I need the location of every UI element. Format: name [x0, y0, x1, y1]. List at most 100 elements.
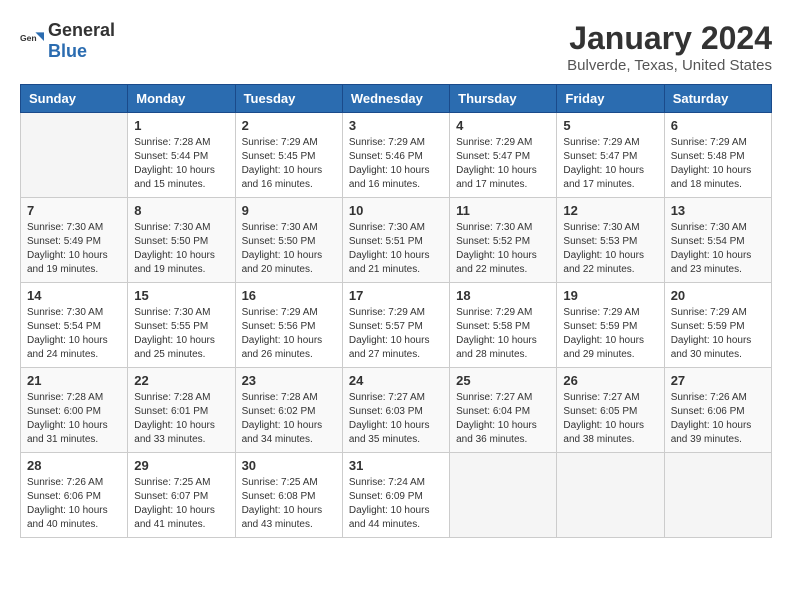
day-info: Sunrise: 7:29 AM Sunset: 5:56 PM Dayligh…: [242, 306, 336, 362]
page-header: Gen General Blue January 2024 Bulverde, …: [20, 20, 772, 74]
weekday-header-wednesday: Wednesday: [342, 85, 449, 113]
day-info: Sunrise: 7:30 AM Sunset: 5:50 PM Dayligh…: [242, 221, 336, 277]
day-number: 31: [349, 458, 443, 473]
day-info: Sunrise: 7:30 AM Sunset: 5:53 PM Dayligh…: [563, 221, 657, 277]
day-number: 13: [671, 203, 765, 218]
calendar-cell: [557, 453, 664, 538]
calendar-cell: 10Sunrise: 7:30 AM Sunset: 5:51 PM Dayli…: [342, 198, 449, 283]
weekday-header-friday: Friday: [557, 85, 664, 113]
calendar-week-row: 7 Sunrise: 7:30 AM Sunset: 5:49 PM Daylig…: [21, 198, 772, 283]
calendar-cell: 21 Sunrise: 7:28 AM Sunset: 6:00 PM Dayli…: [21, 368, 128, 453]
day-number: 18: [456, 288, 550, 303]
day-info: Sunrise: 7:30 AM Sunset: 5:50 PM Dayligh…: [134, 221, 228, 277]
calendar-week-row: 28Sunrise: 7:26 AM Sunset: 6:06 PM Dayli…: [21, 453, 772, 538]
calendar-cell: 13 Sunrise: 7:30 AM Sunset: 5:54 PM Dayli…: [664, 198, 771, 283]
day-info: Sunrise: 7:30 AM Sunset: 5:55 PM Dayligh…: [134, 306, 228, 362]
calendar-cell: 27 Sunrise: 7:26 AM Sunset: 6:06 PM Dayli…: [664, 368, 771, 453]
day-info: Sunrise: 7:29 AM Sunset: 5:59 PM Dayligh…: [563, 306, 657, 362]
day-number: 1: [134, 118, 228, 133]
calendar-cell: 2Sunrise: 7:29 AM Sunset: 5:45 PM Daylig…: [235, 113, 342, 198]
day-info: Sunrise: 7:30 AM Sunset: 5:54 PM Dayligh…: [671, 221, 765, 277]
day-info: Sunrise: 7:29 AM Sunset: 5:47 PM Dayligh…: [563, 136, 657, 192]
svg-text:Gen: Gen: [20, 33, 37, 43]
day-info: Sunrise: 7:29 AM Sunset: 5:47 PM Dayligh…: [456, 136, 550, 192]
day-number: 30: [242, 458, 336, 473]
day-info: Sunrise: 7:27 AM Sunset: 6:04 PM Dayligh…: [456, 391, 550, 447]
day-number: 5: [563, 118, 657, 133]
calendar-cell: 3 Sunrise: 7:29 AM Sunset: 5:46 PM Daylig…: [342, 113, 449, 198]
calendar-cell: 8 Sunrise: 7:30 AM Sunset: 5:50 PM Daylig…: [128, 198, 235, 283]
calendar-cell: 1 Sunrise: 7:28 AM Sunset: 5:44 PM Daylig…: [128, 113, 235, 198]
day-number: 7: [27, 203, 121, 218]
day-number: 19: [563, 288, 657, 303]
calendar-cell: 23 Sunrise: 7:28 AM Sunset: 6:02 PM Dayli…: [235, 368, 342, 453]
day-number: 12: [563, 203, 657, 218]
day-number: 26: [563, 373, 657, 388]
calendar-cell: 26 Sunrise: 7:27 AM Sunset: 6:05 PM Dayli…: [557, 368, 664, 453]
calendar-cell: 17 Sunrise: 7:29 AM Sunset: 5:57 PM Dayli…: [342, 283, 449, 368]
day-number: 6: [671, 118, 765, 133]
calendar-cell: 25 Sunrise: 7:27 AM Sunset: 6:04 PM Dayli…: [450, 368, 557, 453]
calendar-cell: 6 Sunrise: 7:29 AM Sunset: 5:48 PM Daylig…: [664, 113, 771, 198]
day-info: Sunrise: 7:28 AM Sunset: 6:02 PM Dayligh…: [242, 391, 336, 447]
day-info: Sunrise: 7:25 AM Sunset: 6:08 PM Dayligh…: [242, 476, 336, 532]
logo: Gen General Blue: [20, 20, 115, 62]
day-info: Sunrise: 7:29 AM Sunset: 5:58 PM Dayligh…: [456, 306, 550, 362]
day-info: Sunrise: 7:25 AM Sunset: 6:07 PM Dayligh…: [134, 476, 228, 532]
calendar-cell: 24Sunrise: 7:27 AM Sunset: 6:03 PM Dayli…: [342, 368, 449, 453]
day-number: 15: [134, 288, 228, 303]
calendar-cell: 14 Sunrise: 7:30 AM Sunset: 5:54 PM Dayli…: [21, 283, 128, 368]
day-info: Sunrise: 7:30 AM Sunset: 5:51 PM Dayligh…: [349, 221, 443, 277]
day-info: Sunrise: 7:28 AM Sunset: 6:00 PM Dayligh…: [27, 391, 121, 447]
calendar-week-row: 21 Sunrise: 7:28 AM Sunset: 6:00 PM Dayli…: [21, 368, 772, 453]
day-info: Sunrise: 7:29 AM Sunset: 5:48 PM Dayligh…: [671, 136, 765, 192]
calendar-cell: 9Sunrise: 7:30 AM Sunset: 5:50 PM Daylig…: [235, 198, 342, 283]
day-number: 8: [134, 203, 228, 218]
day-info: Sunrise: 7:28 AM Sunset: 6:01 PM Dayligh…: [134, 391, 228, 447]
calendar-cell: 12 Sunrise: 7:30 AM Sunset: 5:53 PM Dayli…: [557, 198, 664, 283]
calendar-cell: 20 Sunrise: 7:29 AM Sunset: 5:59 PM Dayli…: [664, 283, 771, 368]
calendar-cell: 7 Sunrise: 7:30 AM Sunset: 5:49 PM Daylig…: [21, 198, 128, 283]
weekday-header-sunday: Sunday: [21, 85, 128, 113]
calendar-week-row: 14 Sunrise: 7:30 AM Sunset: 5:54 PM Dayli…: [21, 283, 772, 368]
day-number: 29: [134, 458, 228, 473]
calendar-cell: 30 Sunrise: 7:25 AM Sunset: 6:08 PM Dayli…: [235, 453, 342, 538]
day-info: Sunrise: 7:27 AM Sunset: 6:05 PM Dayligh…: [563, 391, 657, 447]
day-info: Sunrise: 7:24 AM Sunset: 6:09 PM Dayligh…: [349, 476, 443, 532]
location-text: Bulverde, Texas, United States: [567, 57, 772, 74]
month-year-title: January 2024: [567, 20, 772, 57]
weekday-header-row: SundayMondayTuesdayWednesdayThursdayFrid…: [21, 85, 772, 113]
calendar-cell: 19 Sunrise: 7:29 AM Sunset: 5:59 PM Dayli…: [557, 283, 664, 368]
logo-blue-text: Blue: [48, 41, 87, 61]
day-number: 25: [456, 373, 550, 388]
day-number: 4: [456, 118, 550, 133]
calendar-cell: 5 Sunrise: 7:29 AM Sunset: 5:47 PM Daylig…: [557, 113, 664, 198]
calendar-cell: [21, 113, 128, 198]
calendar-cell: [450, 453, 557, 538]
weekday-header-saturday: Saturday: [664, 85, 771, 113]
calendar-cell: 29 Sunrise: 7:25 AM Sunset: 6:07 PM Dayli…: [128, 453, 235, 538]
day-info: Sunrise: 7:28 AM Sunset: 5:44 PM Dayligh…: [134, 136, 228, 192]
calendar-cell: 11Sunrise: 7:30 AM Sunset: 5:52 PM Dayli…: [450, 198, 557, 283]
calendar-cell: 18 Sunrise: 7:29 AM Sunset: 5:58 PM Dayli…: [450, 283, 557, 368]
weekday-header-thursday: Thursday: [450, 85, 557, 113]
day-info: Sunrise: 7:29 AM Sunset: 5:57 PM Dayligh…: [349, 306, 443, 362]
calendar-cell: 4 Sunrise: 7:29 AM Sunset: 5:47 PM Daylig…: [450, 113, 557, 198]
day-number: 23: [242, 373, 336, 388]
day-number: 20: [671, 288, 765, 303]
calendar-cell: 28Sunrise: 7:26 AM Sunset: 6:06 PM Dayli…: [21, 453, 128, 538]
day-info: Sunrise: 7:30 AM Sunset: 5:52 PM Dayligh…: [456, 221, 550, 277]
day-number: 2: [242, 118, 336, 133]
day-number: 27: [671, 373, 765, 388]
day-number: 17: [349, 288, 443, 303]
day-info: Sunrise: 7:30 AM Sunset: 5:54 PM Dayligh…: [27, 306, 121, 362]
day-number: 14: [27, 288, 121, 303]
day-info: Sunrise: 7:29 AM Sunset: 5:46 PM Dayligh…: [349, 136, 443, 192]
calendar-cell: 15 Sunrise: 7:30 AM Sunset: 5:55 PM Dayli…: [128, 283, 235, 368]
day-info: Sunrise: 7:26 AM Sunset: 6:06 PM Dayligh…: [671, 391, 765, 447]
title-section: January 2024 Bulverde, Texas, United Sta…: [567, 20, 772, 74]
day-number: 21: [27, 373, 121, 388]
day-info: Sunrise: 7:29 AM Sunset: 5:59 PM Dayligh…: [671, 306, 765, 362]
day-number: 3: [349, 118, 443, 133]
day-info: Sunrise: 7:30 AM Sunset: 5:49 PM Dayligh…: [27, 221, 121, 277]
